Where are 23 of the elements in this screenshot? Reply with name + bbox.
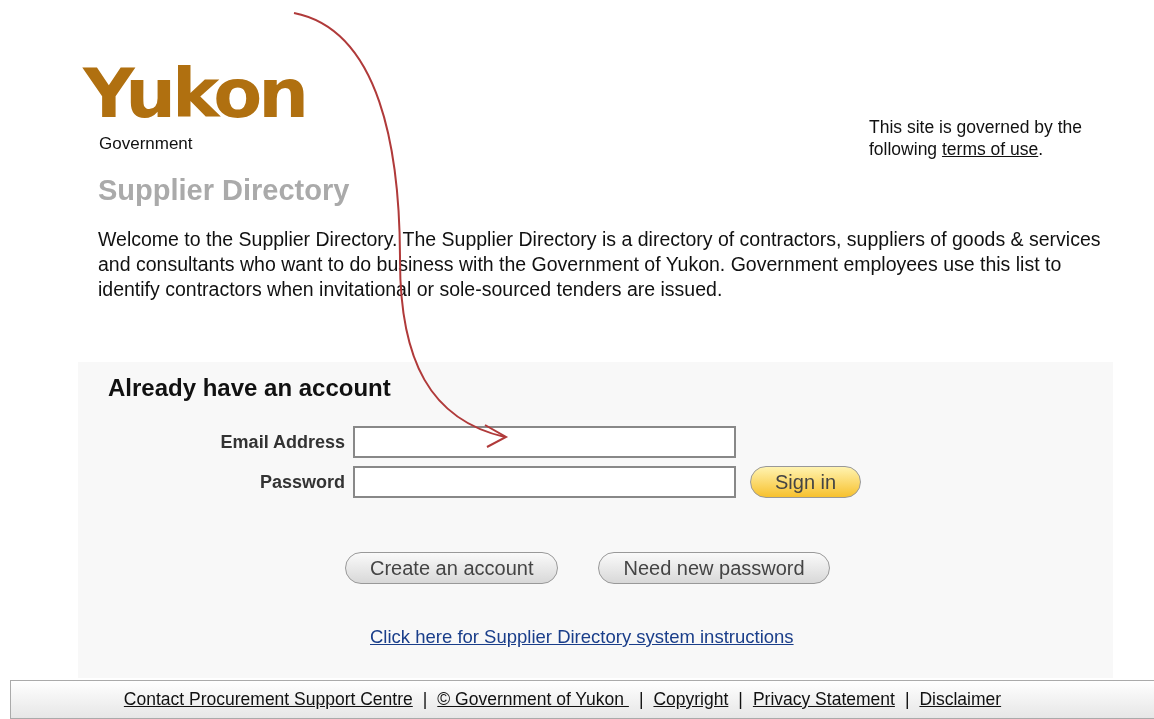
terms-link[interactable]: terms of use [941,139,1039,159]
password-field[interactable] [353,466,736,498]
footer-link[interactable]: Disclaimer [919,689,1002,711]
footer-link[interactable]: Copyright [653,689,729,711]
account-button[interactable]: Create an account [345,552,559,584]
footer-link[interactable]: Contact Procurement Support Centre [123,689,413,711]
footer-link[interactable]: Privacy Statement [752,689,895,711]
sign-in-button[interactable]: Sign in [750,466,862,498]
terms-notice: This site is governed by the following terms of use. [869,116,1084,160]
email-field[interactable] [353,426,736,458]
footer-link[interactable]: © Government of Yukon [437,689,629,711]
field-label: Password [258,471,345,493]
field-label: Email Address [219,431,345,453]
account-button[interactable]: Need new password [598,552,830,584]
instructions-link[interactable]: Click here for Supplier Directory system instructions [370,626,794,648]
separator: | [904,689,910,711]
separator: | [422,689,428,711]
page-title: Supplier Directory [98,174,351,207]
logo-wordmark: Yukon [83,54,306,134]
logo-subtitle: Government [99,134,194,154]
separator: | [638,689,644,711]
login-heading: Already have an account [108,374,392,402]
separator: | [738,689,743,711]
